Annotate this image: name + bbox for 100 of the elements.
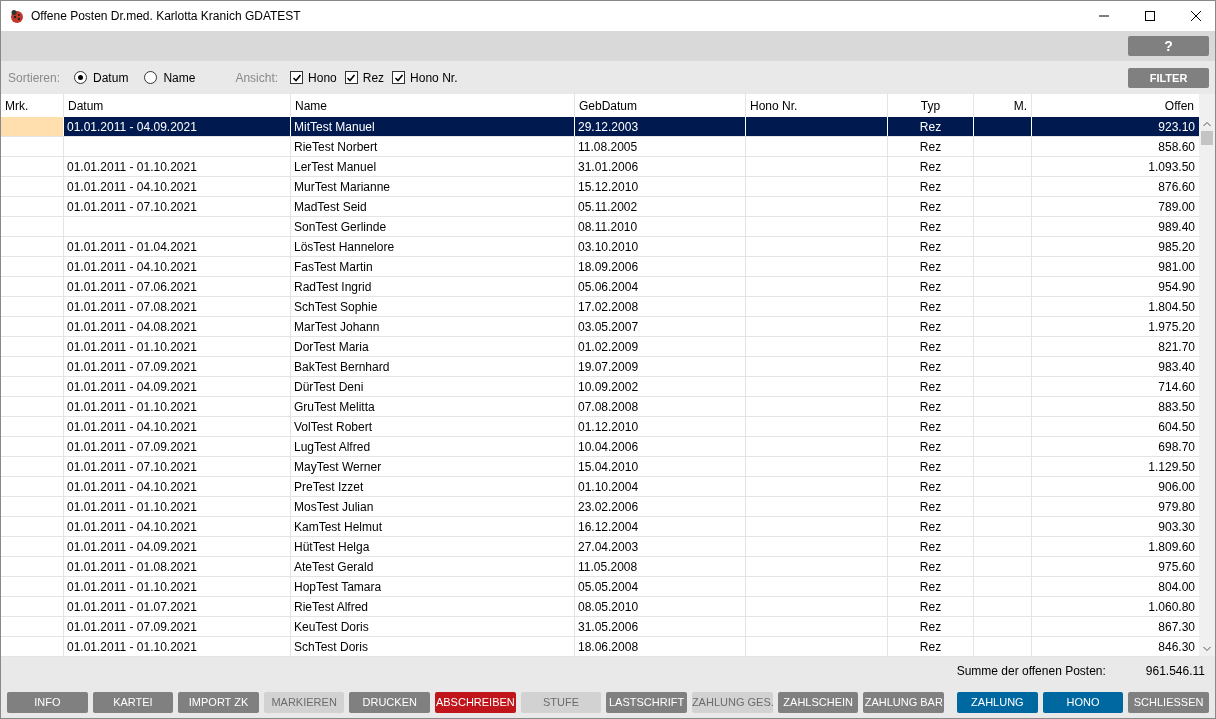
- view-label: Ansicht:: [235, 70, 279, 85]
- table-cell: Rez: [919, 479, 942, 494]
- table-row[interactable]: 01.01.2011 - 01.08.2021 AteTest Gerald 11.05.2008 Rez 975.60: [1, 557, 1199, 577]
- table-row[interactable]: SonTest Gerlinde 08.11.2010 Rez 989.40: [1, 217, 1199, 237]
- table-cell: Rez: [919, 139, 942, 154]
- table-row[interactable]: 01.01.2011 - 01.10.2021 DorTest Maria 01.02.2009 Rez 821.70: [1, 337, 1199, 357]
- table-cell: Rez: [919, 379, 942, 394]
- table-row[interactable]: 01.01.2011 - 01.07.2021 RieTest Alfred 08.05.2010 Rez 1.060.80: [1, 597, 1199, 617]
- table-cell: Rez: [919, 239, 942, 254]
- table-cell: 01.01.2011 - 04.09.2021: [67, 539, 197, 554]
- action-button[interactable]: ABSCHREIBEN: [435, 691, 516, 713]
- table-cell: 883.50: [1158, 399, 1195, 414]
- table-cell: 01.01.2011 - 07.10.2021: [67, 459, 197, 474]
- table-row[interactable]: 01.01.2011 - 01.10.2021 LerTest Manuel 31.01.2006 Rez 1.093.50: [1, 157, 1199, 177]
- table-cell: 01.01.2011 - 07.10.2021: [67, 199, 197, 214]
- table-row[interactable]: 01.01.2011 - 07.10.2021 MadTest Seid 05.11.2002 Rez 789.00: [1, 197, 1199, 217]
- table-row[interactable]: RieTest Norbert 11.08.2005 Rez 858.60: [1, 137, 1199, 157]
- table-row[interactable]: 01.01.2011 - 01.10.2021 SchTest Doris 18.06.2008 Rez 846.30: [1, 637, 1199, 657]
- table-cell: 01.01.2011 - 01.10.2021: [67, 639, 197, 654]
- table-cell: MarTest Johann: [294, 319, 380, 334]
- table-cell: RieTest Alfred: [294, 599, 369, 614]
- table-row[interactable]: 01.01.2011 - 07.06.2021 RadTest Ingrid 05.06.2004 Rez 954.90: [1, 277, 1199, 297]
- table-cell: 923.10: [1158, 119, 1195, 134]
- table-row[interactable]: 01.01.2011 - 07.09.2021 BakTest Bernhard 19.07.2009 Rez 983.40: [1, 357, 1199, 377]
- table-cell: 01.01.2011 - 01.08.2021: [67, 559, 197, 574]
- table-row[interactable]: 01.01.2011 - 04.09.2021 HütTest Helga 27.04.2003 Rez 1.809.60: [1, 537, 1199, 557]
- table-cell: 01.10.2004: [578, 479, 639, 494]
- table-row[interactable]: 01.01.2011 - 01.04.2021 LösTest Hannelore 03.10.2010 Rez 985.20: [1, 237, 1199, 257]
- table-row[interactable]: 01.01.2011 - 04.10.2021 MurTest Marianne 15.12.2010 Rez 876.60: [1, 177, 1199, 197]
- table-cell: 01.01.2011 - 07.08.2021: [67, 299, 197, 314]
- table-row[interactable]: 01.01.2011 - 04.09.2021 DürTest Deni 10.09.2002 Rez 714.60: [1, 377, 1199, 397]
- table-cell: 876.60: [1158, 179, 1195, 194]
- table-row[interactable]: 01.01.2011 - 07.10.2021 MayTest Werner 15.04.2010 Rez 1.129.50: [1, 457, 1199, 477]
- action-button[interactable]: LASTSCHRIFT: [606, 691, 687, 713]
- table-row[interactable]: 01.01.2011 - 01.10.2021 MosTest Julian 23.02.2006 Rez 979.80: [1, 497, 1199, 517]
- filter-button[interactable]: FILTER: [1128, 67, 1209, 88]
- scrollbar[interactable]: [1199, 94, 1215, 656]
- table-cell: 867.30: [1158, 619, 1195, 634]
- close-icon[interactable]: [1191, 11, 1201, 21]
- table-cell: 858.60: [1158, 139, 1195, 154]
- table-cell: 01.12.2010: [578, 419, 639, 434]
- table-row[interactable]: 01.01.2011 - 07.09.2021 LugTest Alfred 10.04.2006 Rez 698.70: [1, 437, 1199, 457]
- action-button[interactable]: SCHLIESSEN: [1128, 691, 1209, 713]
- action-button[interactable]: ZAHLSCHEIN: [777, 691, 859, 713]
- table-cell: RadTest Ingrid: [294, 279, 372, 294]
- table-cell: 1.975.20: [1148, 319, 1195, 334]
- table-cell: Rez: [919, 639, 942, 654]
- table-cell: Rez: [919, 539, 942, 554]
- table-row[interactable]: 01.01.2011 - 07.08.2021 SchTest Sophie 17.02.2008 Rez 1.804.50: [1, 297, 1199, 317]
- table-cell: 954.90: [1158, 279, 1195, 294]
- table-row[interactable]: 01.01.2011 - 01.10.2021 HopTest Tamara 05.05.2004 Rez 804.00: [1, 577, 1199, 597]
- table-cell: DürTest Deni: [294, 379, 364, 394]
- table-cell: Rez: [919, 219, 942, 234]
- action-button[interactable]: IMPORT ZK: [178, 691, 259, 713]
- table-cell: Rez: [919, 399, 942, 414]
- table-row[interactable]: 01.01.2011 - 07.09.2021 KeuTest Doris 31.05.2006 Rez 867.30: [1, 617, 1199, 637]
- table-cell: 29.12.2003: [578, 119, 639, 134]
- table-cell: 979.80: [1158, 499, 1195, 514]
- table-row[interactable]: 01.01.2011 - 01.10.2021 GruTest Melitta 07.08.2008 Rez 883.50: [1, 397, 1199, 417]
- table-cell: 01.01.2011 - 04.09.2021: [67, 379, 197, 394]
- table-cell: 01.01.2011 - 01.04.2021: [67, 239, 197, 254]
- table-row[interactable]: 01.01.2011 - 04.10.2021 FasTest Martin 18.09.2006 Rez 981.00: [1, 257, 1199, 277]
- checkbox[interactable]: [344, 71, 358, 84]
- maximize-icon[interactable]: [1145, 11, 1155, 21]
- action-button[interactable]: DRUCKEN: [349, 691, 431, 713]
- table-cell: 05.11.2002: [578, 199, 638, 214]
- action-button[interactable]: INFO: [7, 691, 88, 713]
- table-cell: Rez: [919, 319, 942, 334]
- checkmark-icon: [393, 72, 404, 83]
- table-cell: VolTest Robert: [294, 419, 373, 434]
- action-button[interactable]: ZAHLUNG BAR: [863, 691, 945, 713]
- table-cell: 11.08.2005: [578, 139, 638, 154]
- action-button[interactable]: HONO: [1042, 691, 1124, 713]
- table-cell: DorTest Maria: [294, 339, 369, 354]
- table-row[interactable]: 01.01.2011 - 04.10.2021 VolTest Robert 01.12.2010 Rez 604.50: [1, 417, 1199, 437]
- column-header[interactable]: Mrk.: [1, 94, 63, 117]
- table-cell: 01.01.2011 - 07.06.2021: [67, 279, 197, 294]
- table-cell: 01.01.2011 - 01.10.2021: [67, 579, 197, 594]
- total-label: Summe der offenen Posten:: [956, 664, 1106, 678]
- table-row[interactable]: 01.01.2011 - 04.10.2021 KamTest Helmut 16.12.2004 Rez 903.30: [1, 517, 1199, 537]
- scrollbar-thumb[interactable]: [1201, 131, 1213, 145]
- table-cell: 975.60: [1158, 559, 1195, 574]
- radio-button[interactable]: [74, 71, 88, 84]
- table-cell: Rez: [919, 519, 942, 534]
- table-row[interactable]: 01.01.2011 - 04.09.2021 MitTest Manuel 29.12.2003 Rez 923.10: [1, 117, 1199, 137]
- action-button[interactable]: ZAHLUNG: [957, 691, 1038, 713]
- table-row[interactable]: 01.01.2011 - 04.10.2021 PreTest Izzet 01.10.2004 Rez 906.00: [1, 477, 1199, 497]
- checkbox[interactable]: [290, 71, 304, 84]
- table-cell: 01.01.2011 - 04.08.2021: [67, 319, 197, 334]
- table-cell: MosTest Julian: [294, 499, 374, 514]
- table-cell: 15.12.2010: [578, 179, 639, 194]
- action-button[interactable]: KARTEI: [92, 691, 174, 713]
- table-cell: 03.05.2007: [578, 319, 639, 334]
- table-cell: Rez: [919, 559, 942, 574]
- radio-button[interactable]: [144, 71, 158, 84]
- table-row[interactable]: 01.01.2011 - 04.08.2021 MarTest Johann 03.05.2007 Rez 1.975.20: [1, 317, 1199, 337]
- checkbox[interactable]: [392, 71, 406, 84]
- table-cell: Rez: [919, 299, 942, 314]
- table-cell: 906.00: [1158, 479, 1195, 494]
- help-button[interactable]: ?: [1128, 36, 1209, 56]
